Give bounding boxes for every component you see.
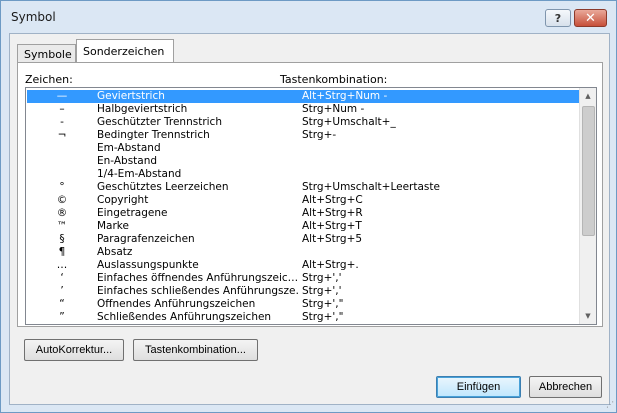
tab-symbole-label: Symbole bbox=[24, 48, 72, 61]
einfuegen-button[interactable]: Einfügen bbox=[436, 376, 521, 398]
list-item[interactable]: ™ Marke Alt+Strg+T bbox=[27, 220, 579, 233]
list-item-shortcut: Alt+Strg+5 bbox=[302, 233, 363, 245]
list-item[interactable]: ® Eingetragene Alt+Strg+R bbox=[27, 207, 579, 220]
list-item-name: Paragrafenzeichen bbox=[97, 233, 195, 245]
list-item[interactable]: ¶ Absatz bbox=[27, 246, 579, 259]
char-column-label: Zeichen: bbox=[25, 73, 73, 86]
abbrechen-button[interactable]: Abbrechen bbox=[529, 376, 602, 398]
list-item-char: - bbox=[60, 116, 64, 128]
list-item-name: Öffnendes Anführungszeichen bbox=[97, 298, 256, 310]
list-item-shortcut: Strg+Umschalt+_ bbox=[302, 116, 396, 128]
list-item-char: — bbox=[56, 90, 68, 102]
list-item-shortcut: Strg+'," bbox=[302, 311, 344, 323]
list-item-char: ‘ bbox=[60, 272, 64, 284]
list-item[interactable]: Em-Abstand bbox=[27, 142, 579, 155]
list-item[interactable]: “ Öffnendes Anführungszeichen Strg+'," bbox=[27, 298, 579, 311]
special-char-list[interactable]: — Geviertstrich Alt+Strg+Num - – Halbgeviert… bbox=[25, 87, 597, 325]
list-item-char: § bbox=[59, 233, 65, 245]
tastenkombination-button[interactable]: Tastenkombination... bbox=[133, 339, 258, 361]
list-item[interactable]: ° Geschütztes Leerzeichen Strg+Umschalt+Le… bbox=[27, 181, 579, 194]
list-item-char: ™ bbox=[56, 220, 68, 232]
list-item-shortcut: Alt+Strg+T bbox=[302, 220, 362, 232]
list-item-char: ’ bbox=[60, 285, 64, 297]
dialog-body: Symbole Sonderzeichen Zeichen: Tastenkom… bbox=[9, 33, 610, 405]
list-item-name: Eingetragene bbox=[97, 207, 168, 219]
resize-grip-icon[interactable]: ⋰ bbox=[604, 400, 614, 410]
list-item-char: – bbox=[59, 103, 65, 115]
list-item-name: Schließendes Anführungszeichen bbox=[97, 311, 272, 323]
list-item-shortcut: Strg+Num - bbox=[302, 103, 365, 115]
list-item-char: ® bbox=[56, 207, 68, 219]
list-item-shortcut: Alt+Strg+R bbox=[302, 207, 363, 219]
list-item-char: ¶ bbox=[58, 246, 66, 258]
list-item-shortcut: Strg+',' bbox=[302, 285, 342, 297]
list-item-name: 1/4-Em-Abstand bbox=[97, 168, 182, 180]
list-item-char: ° bbox=[59, 181, 65, 193]
list-item-shortcut: Strg+',' bbox=[302, 272, 342, 284]
list-item-name: Auslassungspunkte bbox=[97, 259, 199, 271]
tab-symbole[interactable]: Symbole bbox=[17, 44, 76, 62]
list-scrollbar[interactable]: ▲ ▼ bbox=[579, 88, 596, 324]
dialog-title: Symbol bbox=[11, 10, 56, 24]
list-item-shortcut: Strg+'," bbox=[302, 298, 344, 310]
title-bar: Symbol ? ✕ bbox=[1, 1, 616, 33]
list-item[interactable]: … Auslassungspunkte Alt+Strg+. bbox=[27, 259, 579, 272]
list-item-shortcut: Alt+Strg+Num - bbox=[302, 90, 388, 102]
list-item[interactable]: 1/4-Em-Abstand bbox=[27, 168, 579, 181]
sonderzeichen-panel: Zeichen: Tastenkombination: — Geviertstri… bbox=[17, 62, 603, 327]
list-item-name: Einfaches schließendes Anführungsze… bbox=[97, 285, 299, 297]
scroll-up-arrow-icon[interactable]: ▲ bbox=[580, 89, 596, 103]
list-item-name: Em-Abstand bbox=[97, 142, 161, 154]
list-item[interactable]: © Copyright Alt+Strg+C bbox=[27, 194, 579, 207]
list-item-char: … bbox=[56, 259, 68, 271]
scroll-down-arrow-icon[interactable]: ▼ bbox=[580, 309, 596, 323]
list-item-name: En-Abstand bbox=[97, 155, 158, 167]
list-item-shortcut: Alt+Strg+C bbox=[302, 194, 363, 206]
close-button[interactable]: ✕ bbox=[574, 9, 607, 27]
list-item-char: ¬ bbox=[57, 129, 67, 141]
list-item[interactable]: § Paragrafenzeichen Alt+Strg+5 bbox=[27, 233, 579, 246]
symbol-dialog: Symbol ? ✕ Symbole Sonderzeichen Zeichen… bbox=[0, 0, 617, 413]
list-item[interactable]: ” Schließendes Anführungszeichen Strg+'," bbox=[27, 311, 579, 324]
list-item[interactable]: - Geschützter Trennstrich Strg+Umschalt+_ bbox=[27, 116, 579, 129]
list-item-name: Copyright bbox=[97, 194, 149, 206]
list-item-name: Marke bbox=[97, 220, 129, 232]
list-item-name: Geschützter Trennstrich bbox=[97, 116, 222, 128]
tab-sonderzeichen-label: Sonderzeichen bbox=[83, 45, 165, 58]
list-item[interactable]: — Geviertstrich Alt+Strg+Num - bbox=[27, 90, 579, 103]
list-item-char: “ bbox=[59, 298, 65, 310]
list-item-shortcut: Strg+Umschalt+Leertaste bbox=[302, 181, 440, 193]
shortcut-column-label: Tastenkombination: bbox=[280, 73, 388, 86]
list-item-name: Einfaches öffnendes Anführungszeic… bbox=[97, 272, 299, 284]
help-button[interactable]: ? bbox=[545, 9, 571, 27]
scrollbar-thumb[interactable] bbox=[582, 106, 595, 236]
list-item-name: Bedingter Trennstrich bbox=[97, 129, 210, 141]
list-item[interactable]: En-Abstand bbox=[27, 155, 579, 168]
list-item[interactable]: ’ Einfaches schließendes Anführungsze… Str… bbox=[27, 285, 579, 298]
list-item-name: Halbgeviertstrich bbox=[97, 103, 188, 115]
autokorrektur-button[interactable]: AutoKorrektur... bbox=[24, 339, 124, 361]
list-item-shortcut: Alt+Strg+. bbox=[302, 259, 359, 271]
list-item-char: © bbox=[56, 194, 68, 206]
tab-sonderzeichen[interactable]: Sonderzeichen bbox=[76, 39, 174, 63]
list-item-char: ” bbox=[59, 311, 65, 323]
list-item[interactable]: – Halbgeviertstrich Strg+Num - bbox=[27, 103, 579, 116]
list-item[interactable]: ¬ Bedingter Trennstrich Strg+- bbox=[27, 129, 579, 142]
list-item-name: Geschütztes Leerzeichen bbox=[97, 181, 229, 193]
list-item-shortcut: Strg+- bbox=[302, 129, 337, 141]
list-item[interactable]: ‘ Einfaches öffnendes Anführungszeic… Strg… bbox=[27, 272, 579, 285]
list-item-name: Geviertstrich bbox=[97, 90, 165, 102]
list-item-name: Absatz bbox=[97, 246, 133, 258]
